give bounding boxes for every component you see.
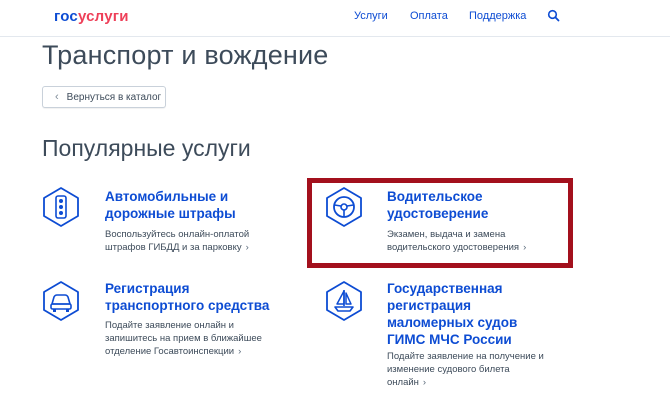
- chevron-left-icon: ‹: [55, 91, 59, 103]
- header-bar: госуслуги Услуги Оплата Поддержка: [0, 0, 670, 37]
- page-title: Транспорт и вождение: [42, 40, 329, 70]
- service-vehicle-registration-description: Подайте заявление онлайн и запишитесь на…: [105, 320, 262, 357]
- nav-support[interactable]: Поддержка: [469, 10, 526, 22]
- chevron-right-icon[interactable]: ›: [423, 377, 426, 388]
- nav-payment[interactable]: Оплата: [410, 10, 448, 22]
- chevron-right-icon[interactable]: ›: [246, 242, 249, 253]
- back-to-catalog-button[interactable]: ‹ Вернуться в каталог: [42, 86, 166, 108]
- car-icon: [43, 281, 79, 321]
- section-title: Популярные услуги: [42, 135, 251, 161]
- service-fines-link[interactable]: Автомобильные и дорожные штрафы: [105, 188, 236, 222]
- nav-services[interactable]: Услуги: [354, 10, 388, 22]
- traffic-light-icon: [43, 187, 79, 227]
- back-button-label: Вернуться в каталог: [66, 91, 162, 103]
- gosuslugi-logo[interactable]: госуслуги: [54, 8, 129, 25]
- service-boat-registration-description: Подайте заявление на получение и изменен…: [387, 351, 544, 388]
- service-vehicle-registration-link[interactable]: Регистрация транспортного средства: [105, 280, 269, 314]
- service-fines-description: Воспользуйтесь онлайн-оплатой штрафов ГИ…: [105, 229, 250, 253]
- search-icon[interactable]: [547, 9, 561, 23]
- chevron-right-icon[interactable]: ›: [238, 346, 241, 357]
- service-boat-registration-link[interactable]: Государственная регистрация маломерных с…: [387, 280, 517, 348]
- highlight-frame: [307, 178, 573, 268]
- boat-icon: [326, 281, 362, 321]
